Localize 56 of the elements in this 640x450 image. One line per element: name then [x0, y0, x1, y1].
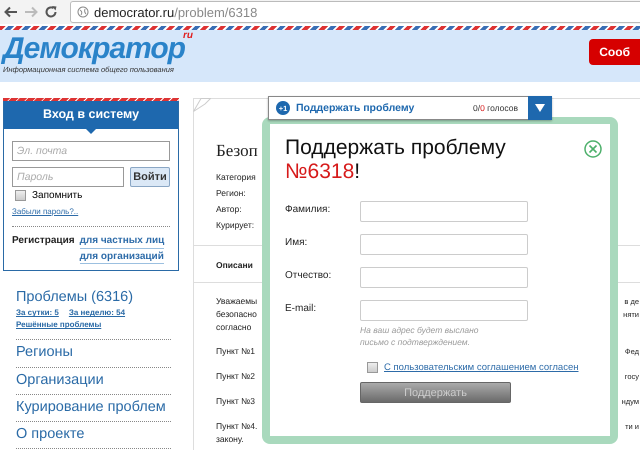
caret-icon	[535, 104, 545, 112]
field-hint: На ваш адрес будет выслано письмо с подтверждением.	[360, 324, 480, 348]
menu-item[interactable]: О проекте	[16, 424, 171, 444]
description-text: Пункт №4.	[216, 420, 258, 432]
menu-item[interactable]: Регионы	[16, 342, 171, 363]
description-text: Пункт №1	[216, 345, 255, 357]
menu-item[interactable]: Организации	[16, 370, 171, 390]
registration-link[interactable]: для частных лиц	[80, 235, 164, 248]
globe-icon	[77, 6, 89, 18]
remember-label: Запомнить	[32, 190, 82, 201]
meta-label: Категория	[216, 171, 256, 184]
problems-period-link[interactable]: За неделю: 54	[68, 307, 126, 320]
input-field[interactable]	[360, 300, 528, 321]
input-field[interactable]	[360, 234, 528, 255]
field-label: Отчество:	[285, 269, 332, 283]
input-field[interactable]	[360, 201, 528, 222]
description-tab[interactable]: Описани	[216, 260, 253, 270]
problems-link[interactable]: Проблемы (6316)	[16, 287, 171, 308]
meta-label: Автор:	[216, 203, 242, 216]
field-label: E-mail:	[285, 302, 318, 316]
address-bar[interactable]: democrator.ru/problem/6318	[70, 1, 640, 23]
input-field[interactable]	[360, 267, 528, 288]
support-link[interactable]: Поддержать проблему	[296, 102, 414, 114]
forward-icon[interactable]	[24, 6, 38, 18]
description-text: закону.	[216, 433, 244, 445]
agreement-checkbox[interactable]	[367, 362, 378, 373]
registration-label: Регистрация	[12, 235, 75, 248]
field-label: Имя:	[285, 236, 308, 250]
description-text: безопасно	[216, 308, 257, 320]
login-button[interactable]: Войти	[130, 167, 170, 187]
description-text: Уважаемы	[216, 295, 258, 307]
forgot-password-link[interactable]: Забыли пароль?..	[12, 207, 170, 216]
password-field[interactable]: Пароль	[12, 167, 124, 187]
meta-label: Регион:	[216, 187, 246, 200]
description-text: Пункт №3	[216, 395, 255, 407]
remember-checkbox[interactable]	[15, 190, 26, 201]
agreement-link[interactable]: С пользовательским соглашением согласен	[384, 362, 578, 373]
meta-label: Курирует:	[216, 219, 254, 232]
report-button[interactable]: Сооб	[589, 39, 640, 65]
menu-item[interactable]: Курирование проблем	[16, 396, 171, 418]
dropdown-button[interactable]	[528, 96, 552, 120]
field-label: Фамилия:	[285, 203, 332, 217]
back-icon[interactable]	[4, 6, 18, 18]
problem-title: Безоп	[216, 141, 258, 161]
vote-count: 0/0 голосов	[472, 103, 518, 113]
login-title: Вход в систему	[42, 107, 140, 121]
email-field[interactable]: Эл. почта	[12, 141, 170, 161]
page-corner-icon	[193, 98, 211, 112]
problems-period-link[interactable]: За сутки: 5	[16, 307, 59, 320]
description-text: согласно	[216, 321, 252, 333]
description-text: Пункт №2	[216, 370, 255, 382]
solved-problems-link[interactable]: Решённые проблемы	[16, 319, 171, 332]
close-icon[interactable]	[584, 140, 602, 158]
registration-link[interactable]: для организаций	[80, 250, 164, 264]
reload-icon[interactable]	[44, 5, 58, 19]
dialog-title: Поддержать проблему №6318!	[285, 136, 507, 184]
